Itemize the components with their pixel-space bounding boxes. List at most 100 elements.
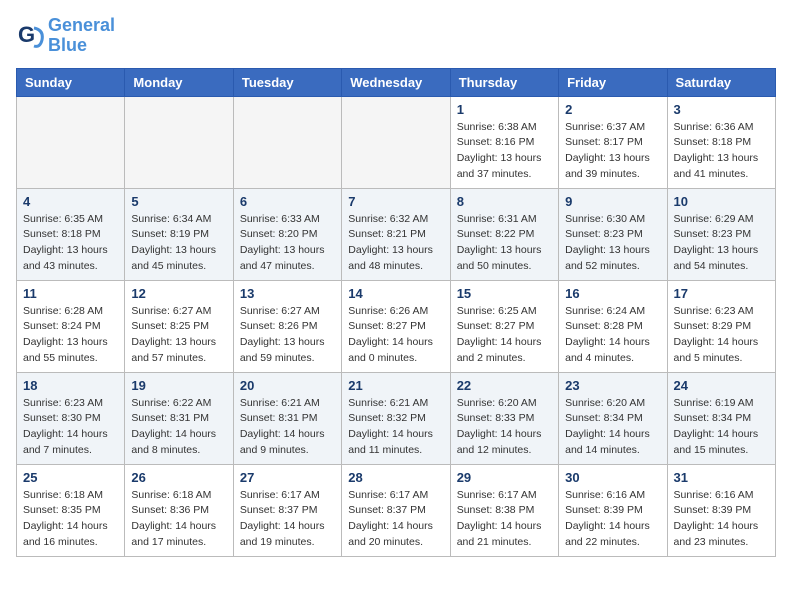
logo-icon: G bbox=[16, 22, 44, 50]
calendar-cell: 18 Sunrise: 6:23 AMSunset: 8:30 PMDayligh… bbox=[17, 372, 125, 464]
day-info: Sunrise: 6:27 AMSunset: 8:25 PMDaylight:… bbox=[131, 304, 226, 367]
day-info: Sunrise: 6:35 AMSunset: 8:18 PMDaylight:… bbox=[23, 212, 118, 275]
week-row-5: 25 Sunrise: 6:18 AMSunset: 8:35 PMDayligh… bbox=[17, 464, 776, 556]
calendar-cell: 29 Sunrise: 6:17 AMSunset: 8:38 PMDayligh… bbox=[450, 464, 558, 556]
day-number: 21 bbox=[348, 378, 443, 393]
day-info: Sunrise: 6:16 AMSunset: 8:39 PMDaylight:… bbox=[565, 488, 660, 551]
day-number: 19 bbox=[131, 378, 226, 393]
calendar-table: SundayMondayTuesdayWednesdayThursdayFrid… bbox=[16, 68, 776, 557]
day-info: Sunrise: 6:21 AMSunset: 8:32 PMDaylight:… bbox=[348, 396, 443, 459]
week-row-3: 11Sunrise: 6:28 AMSunset: 8:24 PMDayligh… bbox=[17, 280, 776, 372]
day-info: Sunrise: 6:25 AMSunset: 8:27 PMDaylight:… bbox=[457, 304, 552, 367]
week-row-1: 1 Sunrise: 6:38 AMSunset: 8:16 PMDaylight… bbox=[17, 96, 776, 188]
day-number: 29 bbox=[457, 470, 552, 485]
day-number: 1 bbox=[457, 102, 552, 117]
day-number: 30 bbox=[565, 470, 660, 485]
calendar-cell: 3 Sunrise: 6:36 AMSunset: 8:18 PMDaylight… bbox=[667, 96, 775, 188]
day-info: Sunrise: 6:38 AMSunset: 8:16 PMDaylight:… bbox=[457, 120, 552, 183]
day-number: 14 bbox=[348, 286, 443, 301]
col-header-saturday: Saturday bbox=[667, 68, 775, 96]
col-header-friday: Friday bbox=[559, 68, 667, 96]
calendar-cell: 23Sunrise: 6:20 AMSunset: 8:34 PMDayligh… bbox=[559, 372, 667, 464]
day-number: 28 bbox=[348, 470, 443, 485]
day-number: 2 bbox=[565, 102, 660, 117]
calendar-cell: 12 Sunrise: 6:27 AMSunset: 8:25 PMDayligh… bbox=[125, 280, 233, 372]
calendar-cell: 20 Sunrise: 6:21 AMSunset: 8:31 PMDayligh… bbox=[233, 372, 341, 464]
day-info: Sunrise: 6:36 AMSunset: 8:18 PMDaylight:… bbox=[674, 120, 769, 183]
day-info: Sunrise: 6:17 AMSunset: 8:37 PMDaylight:… bbox=[348, 488, 443, 551]
day-number: 26 bbox=[131, 470, 226, 485]
calendar-cell bbox=[233, 96, 341, 188]
day-info: Sunrise: 6:16 AMSunset: 8:39 PMDaylight:… bbox=[674, 488, 769, 551]
day-info: Sunrise: 6:17 AMSunset: 8:37 PMDaylight:… bbox=[240, 488, 335, 551]
logo-text: GeneralBlue bbox=[48, 16, 115, 56]
col-header-wednesday: Wednesday bbox=[342, 68, 450, 96]
day-number: 18 bbox=[23, 378, 118, 393]
day-number: 9 bbox=[565, 194, 660, 209]
day-number: 3 bbox=[674, 102, 769, 117]
svg-text:G: G bbox=[18, 22, 35, 47]
day-info: Sunrise: 6:19 AMSunset: 8:34 PMDaylight:… bbox=[674, 396, 769, 459]
day-number: 15 bbox=[457, 286, 552, 301]
day-number: 12 bbox=[131, 286, 226, 301]
calendar-cell: 2Sunrise: 6:37 AMSunset: 8:17 PMDaylight… bbox=[559, 96, 667, 188]
calendar-cell: 15 Sunrise: 6:25 AMSunset: 8:27 PMDayligh… bbox=[450, 280, 558, 372]
day-number: 13 bbox=[240, 286, 335, 301]
day-info: Sunrise: 6:24 AMSunset: 8:28 PMDaylight:… bbox=[565, 304, 660, 367]
calendar-cell bbox=[17, 96, 125, 188]
day-number: 27 bbox=[240, 470, 335, 485]
day-number: 23 bbox=[565, 378, 660, 393]
day-number: 5 bbox=[131, 194, 226, 209]
week-row-2: 4 Sunrise: 6:35 AMSunset: 8:18 PMDaylight… bbox=[17, 188, 776, 280]
day-number: 11 bbox=[23, 286, 118, 301]
col-header-monday: Monday bbox=[125, 68, 233, 96]
day-info: Sunrise: 6:18 AMSunset: 8:36 PMDaylight:… bbox=[131, 488, 226, 551]
calendar-cell: 16 Sunrise: 6:24 AMSunset: 8:28 PMDayligh… bbox=[559, 280, 667, 372]
day-info: Sunrise: 6:31 AMSunset: 8:22 PMDaylight:… bbox=[457, 212, 552, 275]
calendar-cell: 14 Sunrise: 6:26 AMSunset: 8:27 PMDayligh… bbox=[342, 280, 450, 372]
calendar-cell: 9 Sunrise: 6:30 AMSunset: 8:23 PMDaylight… bbox=[559, 188, 667, 280]
day-number: 6 bbox=[240, 194, 335, 209]
day-number: 25 bbox=[23, 470, 118, 485]
day-number: 16 bbox=[565, 286, 660, 301]
calendar-cell bbox=[342, 96, 450, 188]
day-info: Sunrise: 6:18 AMSunset: 8:35 PMDaylight:… bbox=[23, 488, 118, 551]
day-info: Sunrise: 6:23 AMSunset: 8:29 PMDaylight:… bbox=[674, 304, 769, 367]
day-number: 4 bbox=[23, 194, 118, 209]
day-number: 24 bbox=[674, 378, 769, 393]
day-info: Sunrise: 6:21 AMSunset: 8:31 PMDaylight:… bbox=[240, 396, 335, 459]
page-header: G GeneralBlue bbox=[16, 16, 776, 56]
calendar-cell: 21 Sunrise: 6:21 AMSunset: 8:32 PMDayligh… bbox=[342, 372, 450, 464]
calendar-cell: 13Sunrise: 6:27 AMSunset: 8:26 PMDayligh… bbox=[233, 280, 341, 372]
calendar-cell: 5Sunrise: 6:34 AMSunset: 8:19 PMDaylight… bbox=[125, 188, 233, 280]
calendar-cell: 25 Sunrise: 6:18 AMSunset: 8:35 PMDayligh… bbox=[17, 464, 125, 556]
calendar-cell: 4 Sunrise: 6:35 AMSunset: 8:18 PMDaylight… bbox=[17, 188, 125, 280]
day-info: Sunrise: 6:20 AMSunset: 8:33 PMDaylight:… bbox=[457, 396, 552, 459]
calendar-cell: 6 Sunrise: 6:33 AMSunset: 8:20 PMDaylight… bbox=[233, 188, 341, 280]
calendar-cell: 8Sunrise: 6:31 AMSunset: 8:22 PMDaylight… bbox=[450, 188, 558, 280]
day-number: 20 bbox=[240, 378, 335, 393]
day-number: 10 bbox=[674, 194, 769, 209]
week-row-4: 18 Sunrise: 6:23 AMSunset: 8:30 PMDayligh… bbox=[17, 372, 776, 464]
calendar-cell: 28 Sunrise: 6:17 AMSunset: 8:37 PMDayligh… bbox=[342, 464, 450, 556]
day-info: Sunrise: 6:33 AMSunset: 8:20 PMDaylight:… bbox=[240, 212, 335, 275]
day-info: Sunrise: 6:26 AMSunset: 8:27 PMDaylight:… bbox=[348, 304, 443, 367]
day-number: 7 bbox=[348, 194, 443, 209]
calendar-cell: 19 Sunrise: 6:22 AMSunset: 8:31 PMDayligh… bbox=[125, 372, 233, 464]
calendar-cell: 11Sunrise: 6:28 AMSunset: 8:24 PMDayligh… bbox=[17, 280, 125, 372]
calendar-cell: 1 Sunrise: 6:38 AMSunset: 8:16 PMDaylight… bbox=[450, 96, 558, 188]
day-info: Sunrise: 6:30 AMSunset: 8:23 PMDaylight:… bbox=[565, 212, 660, 275]
day-number: 31 bbox=[674, 470, 769, 485]
calendar-cell: 30 Sunrise: 6:16 AMSunset: 8:39 PMDayligh… bbox=[559, 464, 667, 556]
calendar-cell: 7 Sunrise: 6:32 AMSunset: 8:21 PMDaylight… bbox=[342, 188, 450, 280]
calendar-cell: 17Sunrise: 6:23 AMSunset: 8:29 PMDayligh… bbox=[667, 280, 775, 372]
day-info: Sunrise: 6:23 AMSunset: 8:30 PMDaylight:… bbox=[23, 396, 118, 459]
col-header-thursday: Thursday bbox=[450, 68, 558, 96]
logo: G GeneralBlue bbox=[16, 16, 115, 56]
day-info: Sunrise: 6:17 AMSunset: 8:38 PMDaylight:… bbox=[457, 488, 552, 551]
day-info: Sunrise: 6:22 AMSunset: 8:31 PMDaylight:… bbox=[131, 396, 226, 459]
calendar-cell bbox=[125, 96, 233, 188]
day-info: Sunrise: 6:32 AMSunset: 8:21 PMDaylight:… bbox=[348, 212, 443, 275]
calendar-cell: 22 Sunrise: 6:20 AMSunset: 8:33 PMDayligh… bbox=[450, 372, 558, 464]
day-number: 22 bbox=[457, 378, 552, 393]
